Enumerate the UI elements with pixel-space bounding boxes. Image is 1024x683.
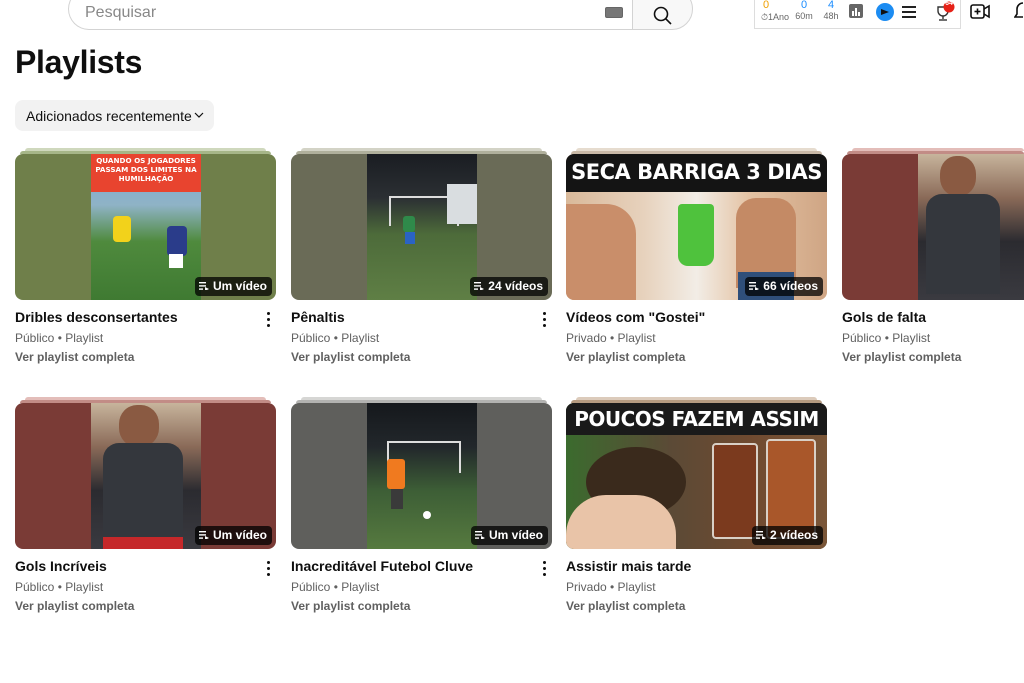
playlist-icon xyxy=(474,530,485,539)
more-actions-button[interactable] xyxy=(536,558,552,578)
clock-icon: ⏱ xyxy=(760,12,768,22)
counter-year-label: ⏱1Ano xyxy=(760,12,790,22)
video-count-badge: Um vídeo xyxy=(194,526,272,545)
stats-icon[interactable] xyxy=(849,4,863,18)
playlist-meta: Público • Playlist xyxy=(291,331,380,345)
playlist-meta: Privado • Playlist xyxy=(566,331,656,345)
sort-dropdown[interactable]: Adicionados recentemente xyxy=(15,100,214,131)
playlist-thumbnail[interactable]: Um vídeo xyxy=(291,403,552,549)
playlist-title[interactable]: Gols de falta xyxy=(842,309,926,325)
counter-60m: 0 60m xyxy=(795,0,813,21)
video-count-badge: 24 vídeos xyxy=(470,277,548,296)
playlist-thumbnail[interactable]: POUCOS FAZEM ASSIM 2 vídeos xyxy=(566,403,827,549)
playlist-thumbnail[interactable]: Um vídeo xyxy=(15,403,276,549)
playlist-title[interactable]: Assistir mais tarde xyxy=(566,558,691,574)
playlist-meta: Público • Playlist xyxy=(15,580,104,594)
thumbnail-image: QUANDO OS JOGADORES PASSAM DOS LIMITES N… xyxy=(91,154,201,300)
view-full-playlist-link[interactable]: Ver playlist completa xyxy=(566,350,685,364)
thumbnail-caption: SECA BARRIGA 3 DIAS xyxy=(571,160,822,184)
view-full-playlist-link[interactable]: Ver playlist completa xyxy=(566,599,685,613)
playlist-meta: Público • Playlist xyxy=(842,331,931,345)
masthead: 0 ⏱1Ano 0 60m 4 48h 64 xyxy=(0,0,1024,34)
thumbnail-image xyxy=(367,154,477,300)
video-count-badge: 2 vídeos xyxy=(751,526,823,545)
more-actions-button[interactable] xyxy=(260,309,276,329)
thumbnail-caption: POUCOS FAZEM ASSIM xyxy=(574,407,819,431)
playlist-icon xyxy=(474,281,485,290)
video-count-badge: Um vídeo xyxy=(470,526,548,545)
search-button[interactable] xyxy=(632,0,693,30)
search-input[interactable] xyxy=(85,1,585,25)
playlist-thumbnail[interactable] xyxy=(842,154,1024,300)
extension-logo-icon[interactable] xyxy=(876,3,894,21)
more-actions-button[interactable] xyxy=(260,558,276,578)
playlist-title[interactable]: Inacreditável Futebol Cluve xyxy=(291,558,473,574)
thumbnail-image xyxy=(918,154,1024,300)
playlist-thumbnail[interactable]: SECA BARRIGA 3 DIAS 66 vídeos xyxy=(566,154,827,300)
playlist-title[interactable]: Gols Incríveis xyxy=(15,558,107,574)
extension-toolbar: 0 ⏱1Ano 0 60m 4 48h 64 xyxy=(754,0,961,29)
counter-48h: 4 48h xyxy=(823,0,839,21)
playlist-icon xyxy=(755,530,766,539)
playlist-meta: Público • Playlist xyxy=(15,331,104,345)
keyboard-icon[interactable] xyxy=(605,7,623,18)
playlist-icon xyxy=(749,281,760,290)
playlist-thumbnail[interactable]: 24 vídeos xyxy=(291,154,552,300)
menu-icon[interactable] xyxy=(902,6,916,18)
page-title: Playlists xyxy=(15,44,143,80)
trophy-badge: 64 xyxy=(945,0,953,7)
playlist-title[interactable]: Vídeos com "Gostei" xyxy=(566,309,705,325)
playlist-icon xyxy=(198,530,209,539)
view-full-playlist-link[interactable]: Ver playlist completa xyxy=(15,350,134,364)
playlist-title[interactable]: Dribles desconsertantes xyxy=(15,309,178,325)
search-icon xyxy=(653,6,672,25)
playlist-meta: Privado • Playlist xyxy=(566,580,656,594)
more-actions-button[interactable] xyxy=(536,309,552,329)
view-full-playlist-link[interactable]: Ver playlist completa xyxy=(291,599,410,613)
video-count-badge: 66 vídeos xyxy=(745,277,823,296)
playlist-thumbnail[interactable]: QUANDO OS JOGADORES PASSAM DOS LIMITES N… xyxy=(15,154,276,300)
video-count-badge: Um vídeo xyxy=(194,277,272,296)
view-full-playlist-link[interactable]: Ver playlist completa xyxy=(842,350,961,364)
view-full-playlist-link[interactable]: Ver playlist completa xyxy=(291,350,410,364)
thumbnail-image xyxy=(91,403,201,549)
view-full-playlist-link[interactable]: Ver playlist completa xyxy=(15,599,134,613)
create-video-icon[interactable] xyxy=(970,3,990,21)
chevron-down-icon xyxy=(194,112,204,118)
search-box xyxy=(68,0,633,30)
counter-year: 0 xyxy=(762,0,770,11)
playlist-meta: Público • Playlist xyxy=(291,580,380,594)
notifications-icon[interactable] xyxy=(1014,2,1024,20)
sort-label: Adicionados recentemente xyxy=(26,107,192,124)
playlist-icon xyxy=(198,281,209,290)
thumbnail-caption: QUANDO OS JOGADORES PASSAM DOS LIMITES N… xyxy=(95,156,197,183)
thumbnail-image xyxy=(367,403,477,549)
playlist-title[interactable]: Pênaltis xyxy=(291,309,345,325)
